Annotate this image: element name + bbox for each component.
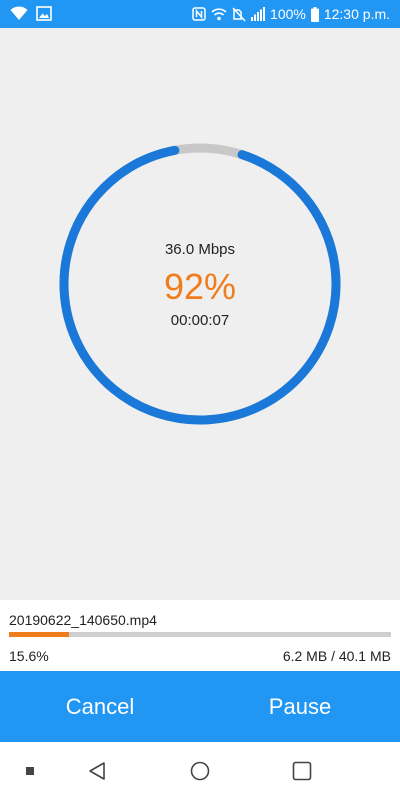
wifi-icon — [10, 5, 28, 21]
signal-icon — [251, 7, 266, 21]
recents-dot-icon — [26, 767, 34, 775]
navigation-bar — [0, 742, 400, 800]
home-icon — [190, 761, 210, 781]
nfc-icon — [192, 7, 206, 21]
overview-button[interactable] — [272, 742, 332, 800]
battery-icon — [310, 6, 319, 22]
mute-icon — [232, 6, 246, 22]
status-left-icons — [10, 5, 52, 21]
app-screen: 100% 12:30 p.m. 36.0 Mbps 92% 00:00:07 2… — [0, 0, 400, 800]
back-icon — [87, 761, 107, 781]
pause-button[interactable]: Pause — [200, 671, 400, 742]
transfer-speed: 36.0 Mbps — [164, 241, 236, 258]
overall-progress-ring: 36.0 Mbps 92% 00:00:07 — [58, 142, 342, 426]
wifi-calling-icon — [211, 7, 227, 21]
back-button[interactable] — [67, 742, 127, 800]
image-icon — [36, 5, 52, 21]
file-name: 20190622_140650.mp4 — [9, 612, 157, 628]
status-bar: 100% 12:30 p.m. — [0, 0, 400, 28]
action-bar: Cancel Pause — [0, 671, 400, 742]
status-right-icons: 100% 12:30 p.m. — [192, 0, 390, 28]
battery-percent: 100% — [270, 6, 306, 22]
cancel-button[interactable]: Cancel — [0, 671, 200, 742]
overview-icon — [292, 761, 312, 781]
file-progress-bar — [9, 632, 391, 637]
file-progress-fill — [9, 632, 69, 637]
home-button[interactable] — [170, 742, 230, 800]
elapsed-time: 00:00:07 — [170, 312, 230, 329]
file-size: 6.2 MB / 40.1 MB — [282, 648, 391, 664]
overall-percent: 92% — [163, 266, 237, 307]
ring-center: 36.0 Mbps 92% 00:00:07 — [58, 142, 342, 426]
file-percent: 15.6% — [9, 648, 49, 664]
recents-dot-button[interactable] — [0, 742, 60, 800]
status-time: 12:30 p.m. — [323, 6, 390, 22]
